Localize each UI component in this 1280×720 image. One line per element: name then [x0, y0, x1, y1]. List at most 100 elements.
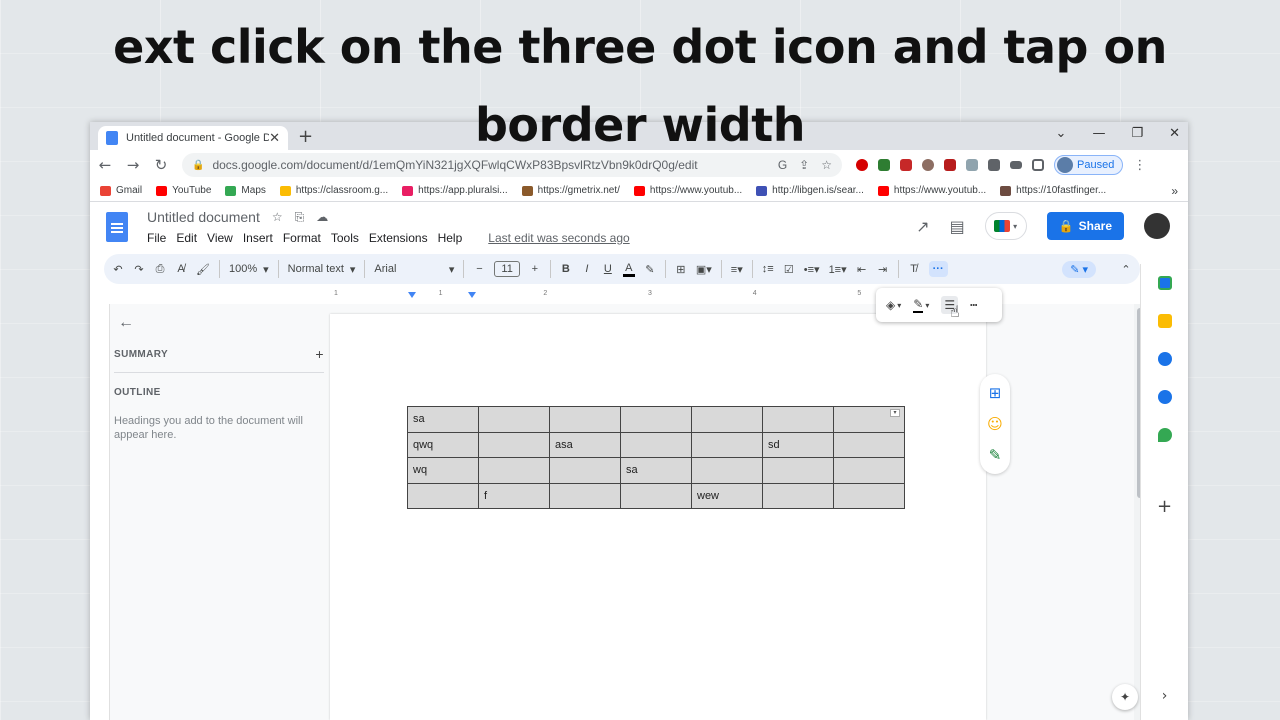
bookmark-item[interactable]: Gmail [100, 185, 142, 196]
more-options-button[interactable]: ··· [928, 261, 948, 277]
border-color-button[interactable]: ✎ ▾ [913, 297, 929, 313]
decrease-font-size-button[interactable]: − [473, 263, 485, 275]
sidepanel-icon[interactable] [1032, 159, 1044, 171]
horizontal-ruler[interactable]: 1123456 [330, 290, 970, 302]
bookmark-item[interactable]: https://www.youtub... [633, 185, 742, 196]
table-cell[interactable] [691, 406, 763, 433]
doc-title[interactable]: Untitled document [147, 209, 260, 225]
suggest-edits-icon[interactable]: ✎ [989, 446, 1002, 464]
underline-button[interactable]: U [602, 263, 614, 275]
table-cell[interactable] [833, 431, 905, 458]
background-color-button[interactable]: ◈ ▾ [886, 298, 901, 312]
table-cell[interactable]: qwq [407, 431, 479, 458]
font-select[interactable]: Arial ▾ [374, 263, 454, 276]
user-avatar[interactable] [1144, 213, 1170, 239]
bookmark-item[interactable]: https://www.youtub... [877, 185, 986, 196]
bookmark-item[interactable]: YouTube [156, 185, 211, 196]
menu-file[interactable]: File [147, 231, 166, 245]
table-cell[interactable]: wew [691, 482, 763, 509]
table-cell[interactable] [407, 482, 479, 509]
editing-mode-button[interactable]: ✎ ▾ [1062, 260, 1096, 278]
document-page[interactable]: sa qwq asa sd wq sa f wew ▾ [330, 314, 986, 720]
extension-icon-5[interactable] [944, 159, 956, 171]
zoom-select[interactable]: 100% ▾ [229, 263, 269, 276]
browser-menu-icon[interactable]: ⋮ [1133, 158, 1146, 173]
table-cell[interactable]: sa [407, 406, 479, 433]
table-cell[interactable] [762, 482, 834, 509]
add-summary-button[interactable]: + [315, 346, 324, 362]
table-cell[interactable] [478, 431, 550, 458]
profile-button[interactable]: Paused [1054, 155, 1124, 175]
explore-button[interactable]: ✦ [1112, 684, 1138, 710]
chevron-right-icon[interactable]: › [1162, 688, 1168, 704]
meet-button[interactable]: ▾ [984, 212, 1027, 240]
clear-formatting-icon[interactable]: T̸ [908, 263, 920, 275]
bookmarks-overflow-icon[interactable]: » [1171, 184, 1178, 198]
cell-menu-icon[interactable]: ▾ [890, 409, 900, 417]
bookmark-item[interactable]: https://10fastfinger... [1000, 185, 1106, 196]
get-addons-icon[interactable]: + [1157, 496, 1172, 517]
table-cell[interactable] [762, 406, 834, 433]
extension-icon-3[interactable] [900, 159, 912, 171]
table-cell[interactable] [549, 482, 621, 509]
forward-arrow-icon[interactable]: → [126, 156, 140, 174]
decrease-indent-icon[interactable]: ⇤ [856, 263, 868, 276]
undo-icon[interactable]: ↶ [112, 263, 124, 276]
puzzle-icon[interactable] [988, 159, 1000, 171]
activity-trend-icon[interactable]: ↗ [916, 217, 929, 236]
star-icon[interactable]: ☆ [272, 210, 283, 224]
table-cell[interactable]: sa [620, 457, 692, 484]
table-cell[interactable] [478, 406, 550, 433]
table-cell[interactable] [833, 457, 905, 484]
table-cell[interactable] [833, 482, 905, 509]
calendar-icon[interactable] [1157, 276, 1172, 290]
increase-font-size-button[interactable]: + [529, 263, 541, 275]
table-cell[interactable]: sd [762, 431, 834, 458]
bookmark-item[interactable]: http://libgen.is/sear... [756, 185, 864, 196]
insert-image-icon[interactable]: ▣▾ [696, 263, 712, 276]
redo-icon[interactable]: ↷ [133, 263, 145, 276]
paint-format-icon[interactable]: 🖌 [196, 263, 210, 276]
print-icon[interactable]: ⎙ [154, 263, 166, 276]
last-edit-link[interactable]: Last edit was seconds ago [488, 231, 629, 245]
line-spacing-icon[interactable]: ↕≡ [762, 263, 774, 275]
highlight-icon[interactable]: ✎ [644, 263, 656, 276]
maps-icon[interactable] [1157, 428, 1172, 442]
table-cell[interactable] [620, 406, 692, 433]
numbered-list-icon[interactable]: 1≡▾ [829, 263, 847, 276]
spellcheck-icon[interactable]: A̸ [175, 263, 187, 275]
table-cell[interactable] [549, 457, 621, 484]
table-cell[interactable]: wq [407, 457, 479, 484]
menu-view[interactable]: View [207, 231, 233, 245]
font-size-input[interactable]: 11 [494, 261, 520, 277]
comments-icon[interactable]: ▤ [950, 217, 965, 236]
bookmark-item[interactable]: https://classroom.g... [279, 185, 388, 196]
add-comment-icon[interactable]: ⊞ [989, 384, 1002, 402]
extension-icon-2[interactable] [878, 159, 890, 171]
menu-insert[interactable]: Insert [243, 231, 273, 245]
extension-icon-6[interactable] [966, 159, 978, 171]
bookmark-item[interactable]: https://gmetrix.net/ [521, 185, 620, 196]
table-cell[interactable] [620, 431, 692, 458]
menu-format[interactable]: Format [283, 231, 321, 245]
bulleted-list-icon[interactable]: •≡▾ [804, 263, 820, 276]
border-dash-button[interactable]: ┅ [970, 298, 977, 312]
align-icon[interactable]: ≡▾ [731, 263, 743, 276]
reload-icon[interactable]: ↻ [154, 156, 168, 174]
google-lens-icon[interactable]: G [778, 158, 787, 172]
menu-extensions[interactable]: Extensions [369, 231, 428, 245]
cloud-status-icon[interactable]: ☁ [316, 210, 328, 224]
table-cell[interactable] [620, 482, 692, 509]
contacts-icon[interactable] [1157, 390, 1172, 404]
italic-button[interactable]: I [581, 263, 593, 275]
table-cell[interactable]: f [478, 482, 550, 509]
increase-indent-icon[interactable]: ⇥ [877, 263, 889, 276]
docs-logo-icon[interactable] [106, 212, 128, 242]
doc-table[interactable]: sa qwq asa sd wq sa f wew [407, 406, 905, 509]
checklist-icon[interactable]: ☑ [783, 263, 795, 276]
back-arrow-icon[interactable]: ← [98, 156, 112, 174]
first-line-indent-marker[interactable] [468, 292, 476, 298]
table-cell[interactable] [478, 457, 550, 484]
address-bar[interactable]: 🔒 docs.google.com/document/d/1emQmYiN321… [182, 153, 842, 177]
share-button[interactable]: 🔒 Share [1046, 212, 1124, 240]
